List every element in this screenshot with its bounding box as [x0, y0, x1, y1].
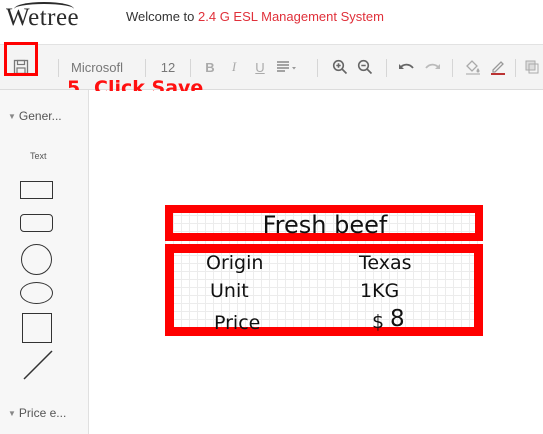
- redo-icon: [425, 63, 440, 69]
- bold-button[interactable]: B: [202, 56, 218, 78]
- toolbar-separator: [386, 59, 387, 77]
- unit-value[interactable]: 1KG: [360, 280, 399, 302]
- section-price-label: Price e...: [18, 406, 67, 420]
- square-shape-tool[interactable]: [22, 313, 52, 343]
- toolbar-separator: [145, 59, 146, 77]
- italic-button[interactable]: I: [226, 56, 242, 78]
- rounded-rectangle-shape-tool[interactable]: [20, 214, 53, 232]
- shadow-icon: [525, 60, 539, 74]
- section-general-header[interactable]: ▼ Gener...: [0, 103, 89, 129]
- price-currency[interactable]: $: [372, 311, 384, 333]
- save-highlight-box: [4, 42, 38, 76]
- zoom-out-button[interactable]: [355, 56, 375, 78]
- text-tool[interactable]: Text: [30, 151, 47, 161]
- section-price-header[interactable]: ▼ Price e...: [0, 400, 89, 426]
- unit-label[interactable]: Unit: [210, 280, 249, 302]
- system-name: 2.4 G ESL Management System: [198, 9, 384, 24]
- origin-value[interactable]: Texas: [359, 252, 412, 274]
- toolbar-separator: [317, 59, 318, 77]
- toolbar-separator: [515, 59, 516, 77]
- shadow-button[interactable]: [523, 56, 541, 78]
- zoom-out-icon: [357, 59, 373, 75]
- ellipse-shape-tool[interactable]: [20, 282, 53, 304]
- zoom-in-icon: [332, 59, 348, 75]
- fill-color-icon: [466, 60, 480, 75]
- line-shape-tool[interactable]: [22, 349, 54, 381]
- welcome-text: Welcome to 2.4 G ESL Management System: [126, 9, 384, 24]
- redo-button[interactable]: [421, 56, 443, 78]
- bold-icon: B: [205, 59, 215, 75]
- product-title[interactable]: Fresh beef: [175, 211, 475, 239]
- fill-color-button[interactable]: [462, 56, 484, 78]
- circle-shape-tool[interactable]: [21, 244, 52, 275]
- app-header: Wetree Welcome to 2.4 G ESL Management S…: [0, 0, 543, 44]
- font-family-select[interactable]: Microsofl: [71, 56, 133, 78]
- font-size-select[interactable]: 12: [157, 56, 179, 78]
- italic-icon: I: [231, 59, 237, 74]
- collapse-icon: ▼: [8, 408, 16, 418]
- line-color-icon: [491, 61, 505, 75]
- toolbar-separator: [58, 59, 59, 77]
- welcome-prefix: Welcome to: [126, 9, 199, 24]
- undo-button[interactable]: [396, 56, 418, 78]
- align-button[interactable]: [275, 56, 299, 78]
- rectangle-shape-tool[interactable]: [20, 181, 53, 199]
- price-value[interactable]: 8: [390, 306, 405, 332]
- line-color-button[interactable]: [487, 56, 509, 78]
- collapse-icon: ▼: [8, 111, 16, 121]
- origin-label[interactable]: Origin: [206, 252, 263, 274]
- zoom-in-button[interactable]: [330, 56, 350, 78]
- underline-icon: U: [255, 59, 265, 75]
- underline-button[interactable]: U: [252, 56, 268, 78]
- toolbar-separator: [190, 59, 191, 77]
- align-icon: [277, 61, 296, 72]
- section-general-label: Gener...: [18, 109, 62, 123]
- price-label[interactable]: Price: [214, 312, 260, 334]
- undo-icon: [399, 63, 414, 69]
- logo: Wetree: [6, 4, 80, 31]
- shape-sidebar: ▼ Gener... Text ▼ Price e...: [0, 90, 89, 434]
- toolbar-separator: [452, 59, 453, 77]
